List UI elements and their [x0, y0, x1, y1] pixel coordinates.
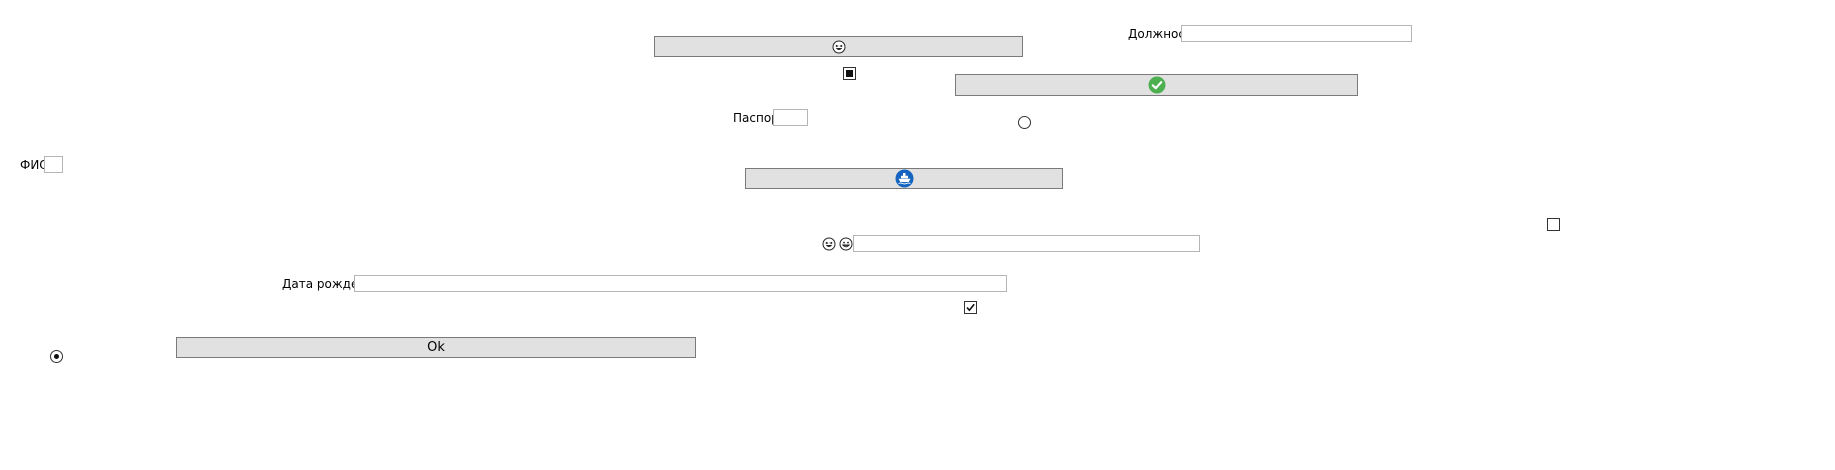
grinning-face-icon	[839, 237, 853, 251]
position-input[interactable]	[1181, 25, 1412, 42]
ship-button[interactable]	[745, 168, 1063, 189]
birth-date-input[interactable]	[354, 275, 1007, 292]
ship-icon	[895, 169, 913, 188]
radio-option-selected[interactable]	[50, 350, 63, 363]
laughing-face-icon	[822, 237, 836, 251]
unchecked-checkbox[interactable]	[1547, 218, 1560, 231]
radio-option-1[interactable]	[1018, 116, 1031, 129]
emoji-button[interactable]	[654, 36, 1023, 57]
indeterminate-checkbox[interactable]	[843, 67, 856, 80]
confirm-button[interactable]	[955, 74, 1358, 96]
passport-input[interactable]	[773, 109, 808, 126]
ok-button[interactable]: Ok	[176, 337, 696, 358]
checkmark-icon	[966, 303, 975, 312]
laughing-face-icon	[832, 40, 845, 53]
emoji-input[interactable]	[853, 235, 1200, 252]
green-check-icon	[1148, 76, 1165, 94]
checked-checkbox[interactable]	[964, 301, 977, 314]
full-name-input[interactable]	[44, 156, 63, 173]
